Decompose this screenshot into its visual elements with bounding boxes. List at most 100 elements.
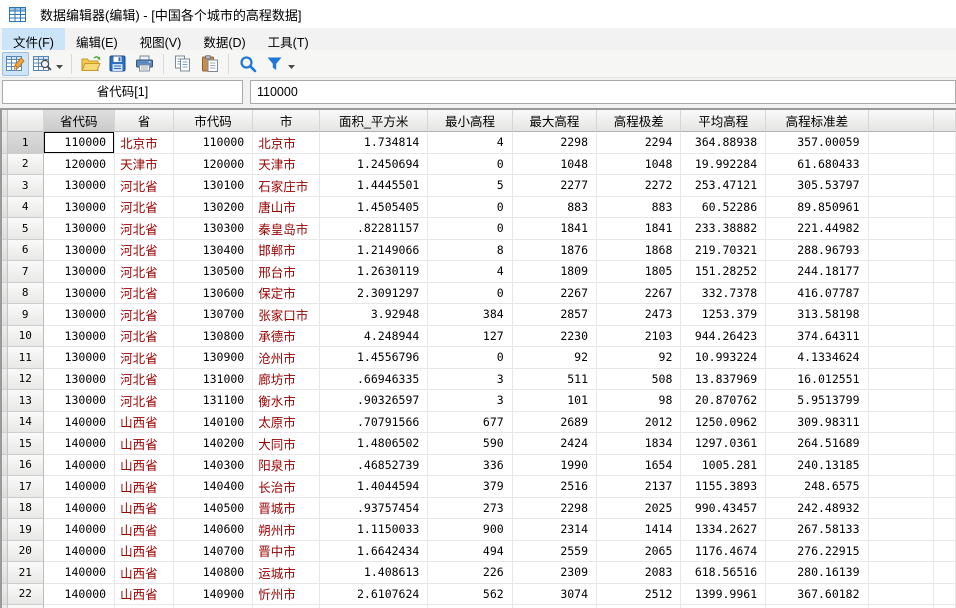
column-header-省代码[interactable]: 省代码: [43, 110, 116, 132]
empty-cell[interactable]: [934, 583, 956, 605]
cell-最大高程[interactable]: 2298: [512, 132, 598, 154]
cell-省[interactable]: 河北省: [115, 347, 174, 369]
cell-高程极差[interactable]: 1654: [597, 454, 682, 476]
cell-最小高程[interactable]: 0: [428, 282, 513, 304]
row-number[interactable]: 21: [7, 562, 44, 584]
cell-平均高程[interactable]: 233.38882: [681, 218, 767, 240]
cell-省代码[interactable]: 140000: [43, 411, 116, 433]
data-browse-dropdown-arrow[interactable]: [56, 64, 63, 69]
row-number[interactable]: 18: [7, 497, 44, 519]
cell-省代码[interactable]: 120000: [43, 153, 116, 175]
cell-面积_平方米[interactable]: 1.4445501: [320, 175, 429, 197]
cell-市代码[interactable]: 140400: [173, 476, 254, 498]
cell-最小高程[interactable]: 3: [428, 368, 513, 390]
cell-高程极差[interactable]: 92: [597, 347, 682, 369]
column-header-高程极差[interactable]: 高程极差: [597, 110, 682, 132]
cell-市[interactable]: 唐山市: [253, 196, 321, 218]
cell-最小高程[interactable]: 379: [428, 476, 513, 498]
cell-省代码[interactable]: 130000: [43, 175, 116, 197]
cell-面积_平方米[interactable]: 1.1150033: [320, 519, 429, 541]
cell-最大高程[interactable]: 2559: [512, 540, 598, 562]
cell-市代码[interactable]: 131100: [173, 390, 254, 412]
cell-市[interactable]: 石家庄市: [253, 175, 321, 197]
row-number[interactable]: 7: [7, 261, 44, 283]
cell-省代码[interactable]: 110000: [43, 132, 116, 154]
empty-cell[interactable]: [868, 282, 935, 304]
cell-省代码[interactable]: 130000: [43, 304, 116, 326]
row-number[interactable]: 9: [7, 304, 44, 326]
cell-高程标准差[interactable]: 305.53797: [766, 175, 869, 197]
cell-高程标准差[interactable]: 16.012551: [766, 368, 869, 390]
copy-button[interactable]: [169, 52, 196, 76]
row-number[interactable]: 5: [7, 218, 44, 240]
empty-cell[interactable]: [934, 282, 956, 304]
cell-高程极差[interactable]: 883: [597, 196, 682, 218]
empty-cell[interactable]: [934, 497, 956, 519]
cell-最小高程[interactable]: 4: [428, 261, 513, 283]
cell-高程标准差[interactable]: 244.18177: [766, 261, 869, 283]
empty-cell[interactable]: [934, 368, 956, 390]
cell-高程极差[interactable]: 1414: [597, 519, 682, 541]
cell-市代码[interactable]: 130700: [173, 304, 254, 326]
empty-cell[interactable]: [934, 153, 956, 175]
empty-cell[interactable]: [868, 347, 935, 369]
empty-cell[interactable]: [868, 175, 935, 197]
cell-市[interactable]: 大同市: [253, 433, 321, 455]
empty-cell[interactable]: [934, 175, 956, 197]
cell-市[interactable]: 朔州市: [253, 519, 321, 541]
cell-高程极差[interactable]: 98: [597, 390, 682, 412]
cell-高程标准差[interactable]: 313.58198: [766, 304, 869, 326]
empty-cell[interactable]: [868, 454, 935, 476]
empty-cell[interactable]: [934, 562, 956, 584]
cell-最大高程[interactable]: 2424: [512, 433, 598, 455]
cell-最小高程[interactable]: 677: [428, 411, 513, 433]
empty-cell[interactable]: [868, 239, 935, 261]
cell-面积_平方米[interactable]: 2.6107624: [320, 583, 429, 605]
cell-省[interactable]: 北京市: [115, 132, 174, 154]
empty-cell[interactable]: [868, 390, 935, 412]
cell-最小高程[interactable]: 900: [428, 519, 513, 541]
cell-最小高程[interactable]: 127: [428, 325, 513, 347]
cell-市[interactable]: 邯郸市: [253, 239, 321, 261]
column-header-最大高程[interactable]: 最大高程: [512, 110, 598, 132]
paste-button[interactable]: [196, 52, 223, 76]
cell-省[interactable]: 河北省: [115, 368, 174, 390]
cell-平均高程[interactable]: 1250.0962: [681, 411, 767, 433]
save-button[interactable]: [104, 52, 131, 76]
open-button[interactable]: [77, 52, 104, 76]
cell-高程极差[interactable]: 1048: [597, 153, 682, 175]
row-number[interactable]: 1: [7, 132, 44, 154]
cell-省代码[interactable]: 130000: [43, 218, 116, 240]
cell-最大高程[interactable]: 2857: [512, 304, 598, 326]
cell-高程极差[interactable]: 2012: [597, 411, 682, 433]
cell-平均高程[interactable]: 13.837969: [681, 368, 767, 390]
cell-市[interactable]: 秦皇岛市: [253, 218, 321, 240]
cell-最小高程[interactable]: 494: [428, 540, 513, 562]
cell-高程标准差[interactable]: 61.680433: [766, 153, 869, 175]
cell-省代码[interactable]: 130000: [43, 368, 116, 390]
cell-高程极差[interactable]: 2272: [597, 175, 682, 197]
print-button[interactable]: [131, 52, 158, 76]
empty-cell[interactable]: [934, 347, 956, 369]
empty-cell[interactable]: [868, 325, 935, 347]
cell-高程标准差[interactable]: 357.00059: [766, 132, 869, 154]
cell-市[interactable]: 衡水市: [253, 390, 321, 412]
cell-市代码[interactable]: 130400: [173, 239, 254, 261]
cell-高程极差[interactable]: 1868: [597, 239, 682, 261]
cell-市[interactable]: 沧州市: [253, 347, 321, 369]
cell-市[interactable]: 廊坊市: [253, 368, 321, 390]
cell-高程极差[interactable]: 1834: [597, 433, 682, 455]
cell-省[interactable]: 河北省: [115, 175, 174, 197]
empty-cell[interactable]: [934, 390, 956, 412]
cell-平均高程[interactable]: 1005.281: [681, 454, 767, 476]
cell-平均高程[interactable]: 20.870762: [681, 390, 767, 412]
cell-省代码[interactable]: 140000: [43, 519, 116, 541]
cell-平均高程[interactable]: 10.993224: [681, 347, 767, 369]
cell-最小高程[interactable]: 5: [428, 175, 513, 197]
cell-省代码[interactable]: 130000: [43, 239, 116, 261]
cell-面积_平方米[interactable]: .82281157: [320, 218, 429, 240]
cell-value-input[interactable]: 110000: [250, 80, 956, 104]
cell-面积_平方米[interactable]: .66946335: [320, 368, 429, 390]
cell-最小高程[interactable]: 226: [428, 562, 513, 584]
column-header-省[interactable]: 省: [115, 110, 174, 132]
